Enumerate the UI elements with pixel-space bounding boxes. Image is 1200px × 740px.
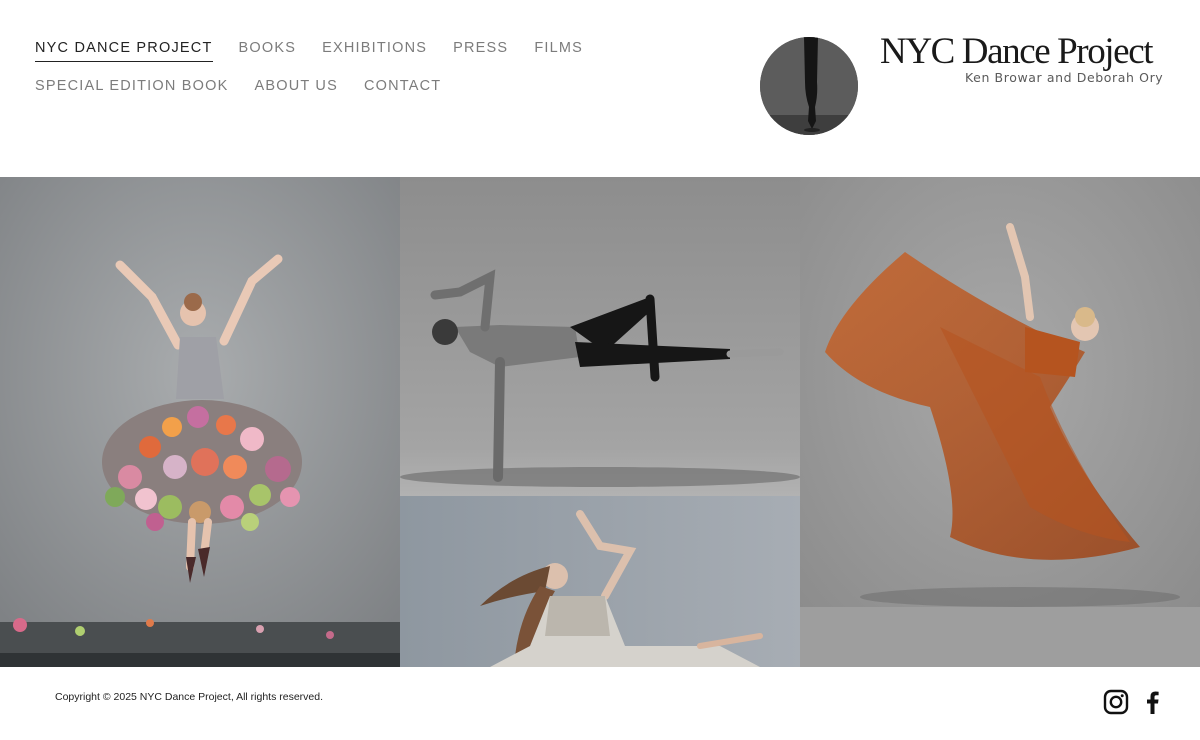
instagram-icon[interactable] [1103, 689, 1129, 715]
gallery-photo-flower-dress-ballerina[interactable] [0, 177, 400, 667]
site-header: NYC DANCE PROJECT BOOKS EXHIBITIONS PRES… [0, 0, 1200, 177]
nav-row-secondary: SPECIAL EDITION BOOK ABOUT US CONTACT [35, 78, 441, 99]
gallery-photo-female-dancer-sequin[interactable] [400, 496, 800, 667]
copyright-text: Copyright © 2025 NYC Dance Project, All … [55, 691, 324, 703]
nav-link-nyc-dance-project[interactable]: NYC DANCE PROJECT [35, 40, 213, 62]
nav-row-primary: NYC DANCE PROJECT BOOKS EXHIBITIONS PRES… [35, 40, 583, 62]
nav-link-books[interactable]: BOOKS [239, 40, 297, 62]
site-footer: Copyright © 2025 NYC Dance Project, All … [0, 667, 1200, 740]
facebook-icon[interactable] [1140, 689, 1166, 715]
nav-link-about-us[interactable]: ABOUT US [254, 78, 337, 99]
nav-link-exhibitions[interactable]: EXHIBITIONS [322, 40, 427, 62]
gallery-photo-orange-dress-dancer[interactable] [800, 177, 1200, 667]
logo-title[interactable]: NYC Dance Project [880, 30, 1170, 73]
nav-link-press[interactable]: PRESS [453, 40, 508, 62]
logo-pointe-shoe-image[interactable] [760, 37, 858, 135]
nav-link-special-edition-book[interactable]: SPECIAL EDITION BOOK [35, 78, 228, 99]
logo-subtitle: Ken Browar and Deborah Ory [965, 70, 1164, 85]
photo-gallery [0, 177, 1200, 667]
nav-link-films[interactable]: FILMS [534, 40, 583, 62]
gallery-photo-male-dancer-balance[interactable] [400, 177, 800, 496]
nav-link-contact[interactable]: CONTACT [364, 78, 441, 99]
